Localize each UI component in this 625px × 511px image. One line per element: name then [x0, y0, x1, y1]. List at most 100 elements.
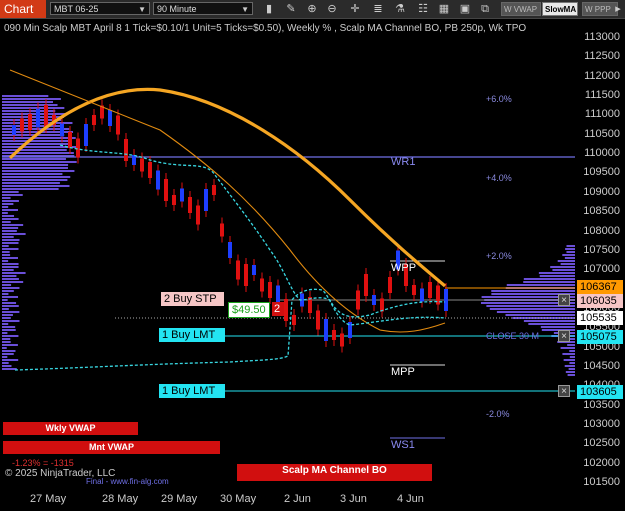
percent-label: +6.0% — [486, 94, 512, 104]
mnt-vwap-bar: Mnt VWAP — [3, 441, 220, 454]
profile-bar — [2, 179, 68, 181]
profile-bar — [2, 350, 16, 352]
profile-bar — [2, 170, 75, 172]
profile-bar — [2, 338, 11, 340]
profile-bar — [2, 200, 19, 202]
profile-bar — [2, 245, 9, 247]
profile-bar — [540, 326, 575, 328]
profile-bar — [523, 278, 575, 280]
order-qty-badge[interactable]: 2 — [272, 302, 284, 316]
candle — [316, 310, 320, 330]
profile-bar — [2, 269, 14, 271]
profile-bar — [2, 230, 17, 232]
profile-bar — [2, 173, 63, 175]
stop-price-tag: 106035 — [577, 294, 623, 308]
profile-bar — [2, 260, 9, 262]
last-high-price-tag: 106367 — [577, 280, 623, 294]
profile-bar — [2, 101, 53, 103]
candle — [132, 155, 136, 165]
profile-bar — [2, 263, 19, 265]
profile-bar — [563, 359, 575, 361]
ws1-label: WS1 — [391, 439, 415, 451]
candle — [60, 123, 64, 137]
mpp-label: MPP — [391, 366, 415, 378]
profile-bar — [2, 137, 76, 139]
profile-bar — [538, 272, 575, 274]
profile-bar — [2, 335, 19, 337]
profile-bar — [2, 341, 11, 343]
candle — [444, 289, 448, 311]
profile-bar — [562, 353, 575, 355]
profile-bar — [565, 371, 575, 373]
profile-bar — [2, 164, 69, 166]
profile-bar — [2, 194, 23, 196]
y-tick: 111000 — [584, 108, 620, 121]
candle — [124, 139, 128, 161]
profile-bar — [569, 350, 575, 352]
candle — [364, 274, 368, 296]
profile-bar — [2, 248, 19, 250]
candle — [332, 330, 336, 340]
y-tick: 112000 — [584, 69, 620, 82]
profile-bar — [2, 185, 70, 187]
candle — [428, 282, 432, 298]
profile-bar — [2, 344, 18, 346]
candle — [284, 299, 288, 321]
percent-label: +4.0% — [486, 173, 512, 183]
channel-upper — [59, 144, 446, 318]
profile-bar — [2, 218, 19, 220]
x-tick: 2 Jun — [284, 493, 311, 505]
candle — [236, 260, 240, 280]
candle — [92, 115, 96, 125]
x-tick: 3 Jun — [340, 493, 367, 505]
profile-bar — [505, 314, 575, 316]
profile-bar — [2, 347, 7, 349]
profile-bar — [552, 269, 575, 271]
buy-limit-order-2[interactable]: 1 Buy LMT — [159, 384, 225, 398]
profile-bar — [2, 176, 71, 178]
y-tick: 101500 — [583, 476, 620, 489]
profile-bar — [564, 257, 575, 259]
candle — [196, 205, 200, 225]
profile-bar — [2, 149, 67, 151]
close-icon[interactable]: × — [558, 385, 570, 397]
close-icon[interactable]: × — [558, 294, 570, 306]
candle — [36, 108, 40, 128]
profile-bar — [2, 254, 11, 256]
profile-bar — [2, 242, 19, 244]
close-icon[interactable]: × — [558, 330, 570, 342]
profile-bar — [2, 143, 69, 145]
y-tick: 109500 — [583, 166, 620, 179]
profile-bar — [2, 206, 9, 208]
profile-bar — [2, 305, 19, 307]
profile-bar — [2, 107, 65, 109]
profile-bar — [2, 293, 9, 295]
candle — [180, 188, 184, 202]
profile-bar — [528, 323, 575, 325]
profile-bar — [2, 275, 17, 277]
profile-bar — [2, 311, 20, 313]
buy2-price-tag: 103605 — [577, 385, 623, 399]
candle — [12, 125, 16, 135]
candle — [148, 162, 152, 178]
buy-limit-order-1[interactable]: 1 Buy LMT — [159, 328, 225, 342]
wr1-label: WR1 — [391, 156, 416, 168]
candle — [76, 138, 80, 158]
profile-bar — [2, 326, 16, 328]
profile-bar — [2, 287, 20, 289]
candle — [220, 223, 224, 237]
y-tick: 104500 — [583, 359, 620, 372]
profile-bar — [491, 290, 575, 292]
scalp-bo-bar: Scalp MA Channel BO — [237, 464, 432, 481]
wpp-label: WPP — [391, 262, 417, 274]
profile-bar — [566, 251, 575, 253]
profile-bar — [539, 275, 575, 277]
current-price-tag: 105535 — [577, 311, 623, 325]
y-tick: 107500 — [583, 243, 620, 256]
site-link[interactable]: Final - www.fin-alg.com — [86, 477, 169, 486]
profile-bar — [564, 365, 575, 367]
profile-bar — [2, 332, 8, 334]
profile-bar — [2, 188, 59, 190]
profile-bar — [2, 323, 9, 325]
buy-stop-order-label[interactable]: 2 Buy STP — [161, 292, 224, 306]
